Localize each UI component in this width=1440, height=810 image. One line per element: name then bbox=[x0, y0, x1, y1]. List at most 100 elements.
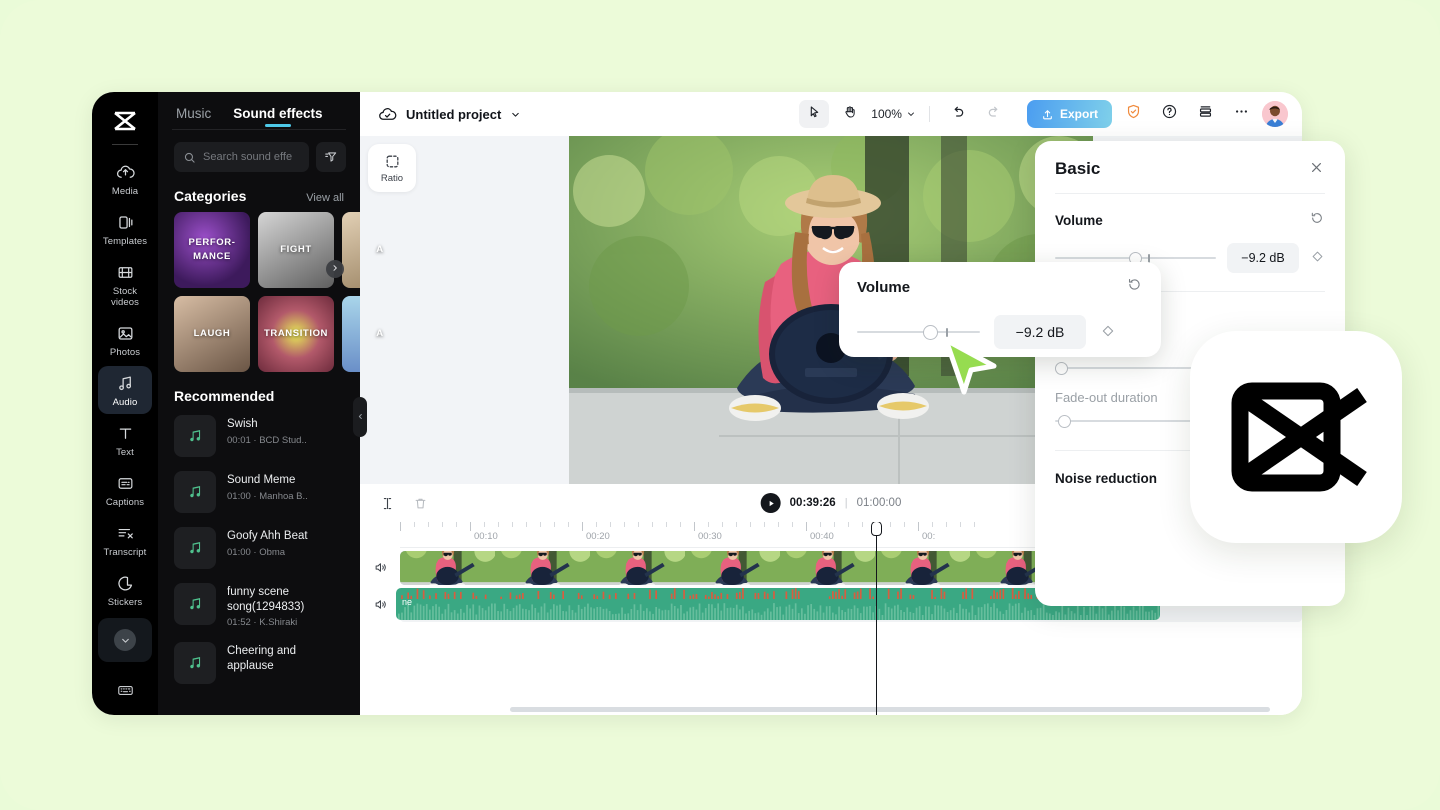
search-box[interactable] bbox=[174, 142, 309, 172]
diamond-icon[interactable] bbox=[1100, 323, 1116, 342]
music-note-icon bbox=[174, 415, 216, 457]
trash-icon[interactable] bbox=[413, 496, 428, 511]
project-name[interactable]: Untitled project bbox=[406, 107, 501, 122]
search-input[interactable] bbox=[203, 151, 300, 163]
ruler-label: 00:20 bbox=[586, 531, 610, 542]
speaker-icon[interactable] bbox=[360, 597, 400, 612]
split-icon[interactable] bbox=[380, 496, 395, 511]
play-icon bbox=[766, 499, 775, 508]
diamond-icon[interactable] bbox=[1310, 249, 1325, 267]
templates-icon bbox=[115, 212, 135, 232]
tab-music[interactable]: Music bbox=[176, 106, 211, 129]
sound-effects-panel: Music Sound effects Search sound effe Ca… bbox=[158, 92, 418, 715]
ratio-button[interactable]: Ratio bbox=[368, 144, 416, 192]
sidebar-more-button[interactable] bbox=[98, 618, 152, 662]
help-button[interactable] bbox=[1154, 100, 1184, 128]
sidebar-item-transcript[interactable]: Transcript bbox=[98, 516, 152, 564]
more-horizontal-icon bbox=[1233, 103, 1250, 125]
sound-meta: 01:00 · Obma bbox=[227, 546, 286, 558]
volume-value[interactable]: −9.2 dB bbox=[1227, 243, 1299, 273]
page-root: Media Templates Stock videos Photos Audi… bbox=[0, 0, 1440, 810]
category-label: A bbox=[376, 244, 384, 255]
list-item[interactable]: Swish 00:01 · BCD Stud.. bbox=[158, 408, 360, 464]
categories-header: Categories View all bbox=[158, 172, 360, 212]
select-tool-button[interactable] bbox=[799, 100, 830, 128]
category-card[interactable]: LAUGH bbox=[174, 296, 250, 372]
list-item[interactable]: funny scene song(1294833) 01:52 · K.Shir… bbox=[158, 576, 360, 635]
sound-name: Cheering and applause bbox=[227, 645, 297, 672]
panel-collapse-button[interactable] bbox=[353, 397, 367, 437]
undo-button[interactable] bbox=[943, 100, 973, 128]
sidebar-item-photos[interactable]: Photos bbox=[98, 316, 152, 364]
sidebar-label: Captions bbox=[105, 497, 145, 508]
reset-icon[interactable] bbox=[1309, 210, 1325, 231]
volume-row-header: Volume bbox=[1035, 194, 1345, 231]
search-icon bbox=[183, 151, 196, 164]
slider-handle[interactable] bbox=[1057, 414, 1071, 428]
category-card[interactable]: TRANSITION bbox=[258, 296, 334, 372]
sidebar-label: Transcript bbox=[103, 547, 147, 558]
list-item-text: Cheering and applause bbox=[227, 642, 327, 673]
list-item[interactable]: Sound Meme 01:00 · Manhoa B.. bbox=[158, 464, 360, 520]
category-label: PERFOR-MANCE bbox=[188, 237, 236, 262]
list-item[interactable]: Goofy Ahh Beat 01:00 · Obma bbox=[158, 520, 360, 576]
volume-popup-value[interactable]: −9.2 dB bbox=[994, 315, 1086, 349]
keyboard-shortcuts-button[interactable] bbox=[92, 681, 158, 705]
sidebar-item-media[interactable]: Media bbox=[98, 155, 152, 203]
slider-handle[interactable] bbox=[923, 324, 939, 340]
sidebar-item-captions[interactable]: Captions bbox=[98, 466, 152, 514]
capcut-logo-icon bbox=[108, 106, 142, 136]
sidebar-item-templates[interactable]: Templates bbox=[98, 205, 152, 253]
timecode-display: 00:39:26 | 01:00:00 bbox=[760, 493, 902, 513]
filter-icon bbox=[324, 150, 338, 164]
upload-icon bbox=[1041, 108, 1054, 121]
layout-button[interactable] bbox=[1190, 100, 1220, 128]
panel-tabs: Music Sound effects bbox=[158, 92, 360, 129]
list-item[interactable]: Cheering and applause bbox=[158, 635, 360, 691]
play-button[interactable] bbox=[760, 493, 781, 513]
playhead-handle[interactable] bbox=[871, 522, 882, 536]
layout-icon bbox=[1197, 103, 1214, 125]
toolbar-right: Export bbox=[1026, 100, 1288, 128]
reset-icon[interactable] bbox=[1126, 276, 1143, 298]
sidebar-item-stock-videos[interactable]: Stock videos bbox=[98, 255, 152, 314]
image-icon bbox=[115, 323, 135, 343]
volume-popup-slider[interactable] bbox=[857, 324, 980, 340]
video-frame bbox=[590, 551, 685, 585]
more-options-button[interactable] bbox=[1226, 100, 1256, 128]
crop-dashed-icon bbox=[384, 153, 401, 170]
playhead[interactable] bbox=[871, 522, 882, 715]
close-icon[interactable] bbox=[1308, 159, 1325, 179]
chevron-down-icon[interactable] bbox=[510, 109, 521, 120]
sidebar-label: Stock videos bbox=[110, 286, 140, 308]
chevron-down-icon bbox=[114, 629, 136, 651]
keyboard-icon bbox=[116, 681, 135, 705]
panel-title: Basic bbox=[1055, 159, 1101, 178]
film-icon bbox=[115, 262, 135, 282]
filter-button[interactable] bbox=[316, 142, 346, 172]
sound-name: Goofy Ahh Beat bbox=[227, 530, 308, 542]
shield-button[interactable] bbox=[1118, 100, 1148, 128]
category-card[interactable]: FIGHT bbox=[258, 212, 334, 288]
hand-tool-button[interactable] bbox=[835, 100, 865, 128]
slider-handle[interactable] bbox=[1055, 361, 1068, 375]
export-button[interactable]: Export bbox=[1026, 100, 1112, 128]
ruler-label: 00: bbox=[922, 531, 936, 542]
speaker-icon[interactable] bbox=[360, 560, 400, 575]
categories-view-all[interactable]: View all bbox=[306, 192, 344, 204]
category-card[interactable]: PERFOR-MANCE bbox=[174, 212, 250, 288]
sidebar-item-text[interactable]: Text bbox=[98, 416, 152, 464]
redo-button[interactable] bbox=[979, 100, 1009, 128]
recommended-list: Swish 00:01 · BCD Stud.. Sound Meme 01:0… bbox=[158, 408, 360, 715]
avatar[interactable] bbox=[1262, 101, 1288, 127]
category-label: A bbox=[376, 328, 384, 339]
zoom-level-control[interactable]: 100% bbox=[871, 107, 916, 121]
volume-popup-control: −9.2 dB bbox=[857, 315, 1143, 349]
sidebar-item-audio[interactable]: Audio bbox=[98, 366, 152, 414]
tab-sound-effects[interactable]: Sound effects bbox=[233, 106, 322, 129]
timeline-horizontal-scrollbar[interactable] bbox=[510, 707, 1270, 712]
total-time: 01:00:00 bbox=[856, 497, 902, 509]
categories-next-button[interactable] bbox=[326, 260, 344, 278]
toolbar-divider bbox=[928, 106, 930, 122]
sidebar-item-stickers[interactable]: Stickers bbox=[98, 566, 152, 614]
